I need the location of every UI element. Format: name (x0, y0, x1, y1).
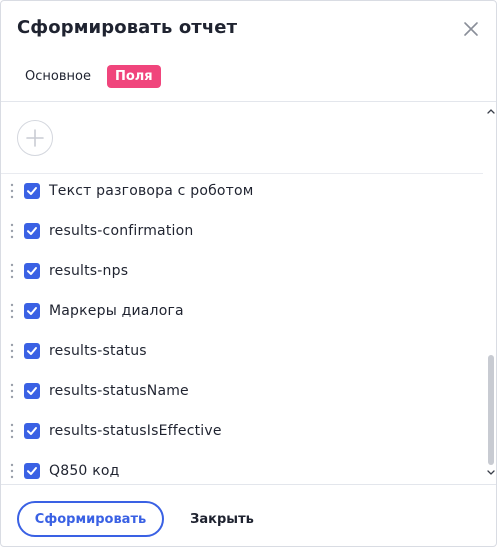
plus-icon (26, 129, 44, 147)
tab-main[interactable]: Основное (25, 69, 91, 84)
drag-handle-icon[interactable] (9, 263, 15, 279)
field-row: results-nps (1, 251, 483, 291)
close-icon (464, 22, 478, 36)
field-label: results-statusName (49, 383, 189, 399)
field-label: results-nps (49, 263, 129, 279)
drag-handle-icon[interactable] (9, 303, 15, 319)
close-dialog-button[interactable]: Закрыть (179, 501, 265, 537)
field-label: Q850 код (49, 463, 120, 479)
field-checkbox[interactable] (24, 263, 40, 279)
check-icon (27, 387, 37, 395)
drag-handle-icon[interactable] (9, 383, 15, 399)
chevron-down-icon (487, 470, 495, 475)
add-field-button[interactable] (17, 120, 53, 156)
field-row: Маркеры диалога (1, 291, 483, 331)
chevron-up-icon (487, 109, 495, 114)
field-row: results-statusName (1, 371, 483, 411)
field-row: results-status (1, 331, 483, 371)
check-icon (27, 427, 37, 435)
field-checkbox[interactable] (24, 423, 40, 439)
field-checkbox[interactable] (24, 223, 40, 239)
field-row: Текст разговора с роботом (1, 171, 483, 211)
field-label: results-status (49, 343, 147, 359)
field-checkbox[interactable] (24, 343, 40, 359)
check-icon (27, 347, 37, 355)
field-checkbox[interactable] (24, 183, 40, 199)
field-row: results-confirmation (1, 211, 483, 251)
scroll-up-button[interactable] (485, 105, 496, 117)
tab-bar: Основное Поля (17, 63, 161, 89)
report-dialog: Сформировать отчет Основное Поля Текст р… (0, 0, 497, 547)
generate-report-button[interactable]: Сформировать (17, 501, 164, 537)
field-row: results-statusIsEffective (1, 411, 483, 451)
scrollbar-thumb[interactable] (488, 355, 494, 465)
drag-handle-icon[interactable] (9, 223, 15, 239)
field-label: Маркеры диалога (49, 303, 184, 319)
drag-handle-icon[interactable] (9, 343, 15, 359)
scroll-down-button[interactable] (485, 467, 496, 479)
check-icon (27, 467, 37, 475)
field-checkbox[interactable] (24, 463, 40, 479)
check-icon (27, 307, 37, 315)
dialog-title: Сформировать отчет (17, 17, 238, 38)
check-icon (27, 267, 37, 275)
tab-fields[interactable]: Поля (106, 64, 161, 88)
drag-handle-icon[interactable] (9, 183, 15, 199)
field-label: results-statusIsEffective (49, 423, 222, 439)
field-label: results-confirmation (49, 223, 194, 239)
field-checkbox[interactable] (24, 383, 40, 399)
field-label: Текст разговора с роботом (49, 183, 254, 199)
drag-handle-icon[interactable] (9, 463, 15, 479)
drag-handle-icon[interactable] (9, 423, 15, 439)
dialog-header: Сформировать отчет (1, 1, 496, 57)
check-icon (27, 187, 37, 195)
close-button[interactable] (459, 17, 483, 41)
field-checkbox[interactable] (24, 303, 40, 319)
dialog-footer: Сформировать Закрыть (1, 485, 496, 546)
check-icon (27, 227, 37, 235)
